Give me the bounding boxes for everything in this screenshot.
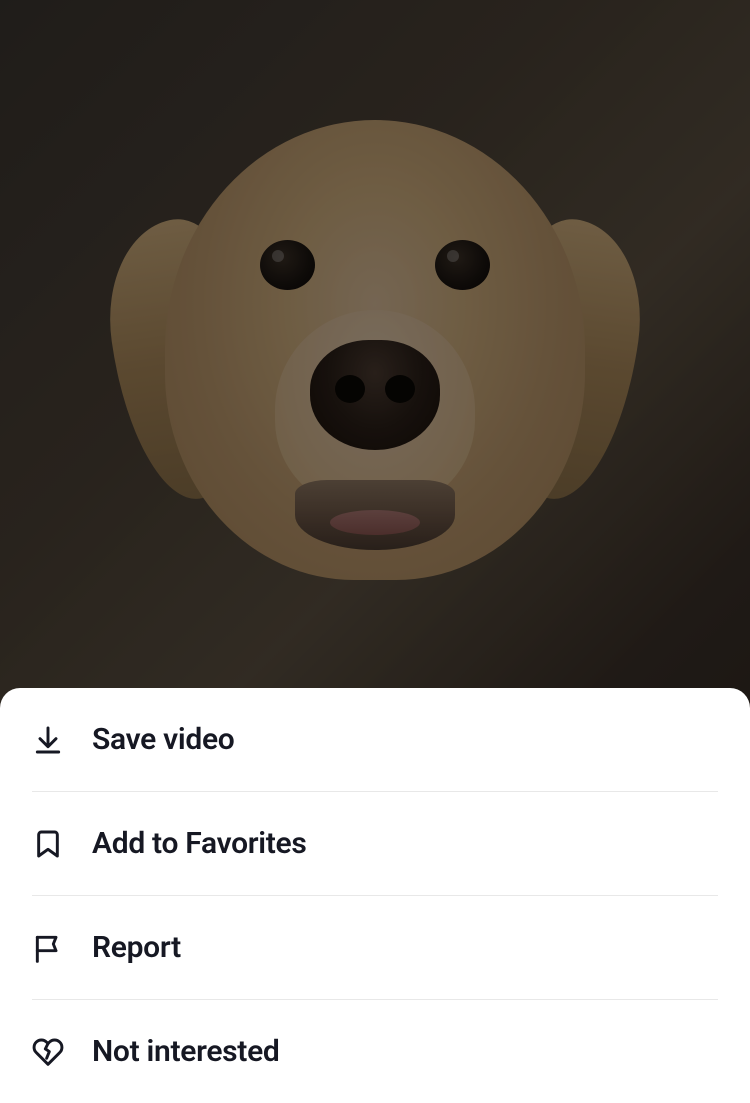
- report-button[interactable]: Report: [32, 896, 718, 1000]
- action-sheet: Save video Add to Favorites Report Not i…: [0, 688, 750, 1103]
- save-video-button[interactable]: Save video: [32, 688, 718, 792]
- download-icon: [32, 724, 64, 756]
- not-interested-button[interactable]: Not interested: [32, 1000, 718, 1103]
- broken-heart-icon: [32, 1036, 64, 1068]
- add-favorites-button[interactable]: Add to Favorites: [32, 792, 718, 896]
- menu-label: Save video: [92, 722, 234, 757]
- bookmark-icon: [32, 828, 64, 860]
- menu-label: Report: [92, 930, 181, 965]
- menu-label: Add to Favorites: [92, 826, 307, 861]
- flag-icon: [32, 932, 64, 964]
- menu-label: Not interested: [92, 1034, 280, 1069]
